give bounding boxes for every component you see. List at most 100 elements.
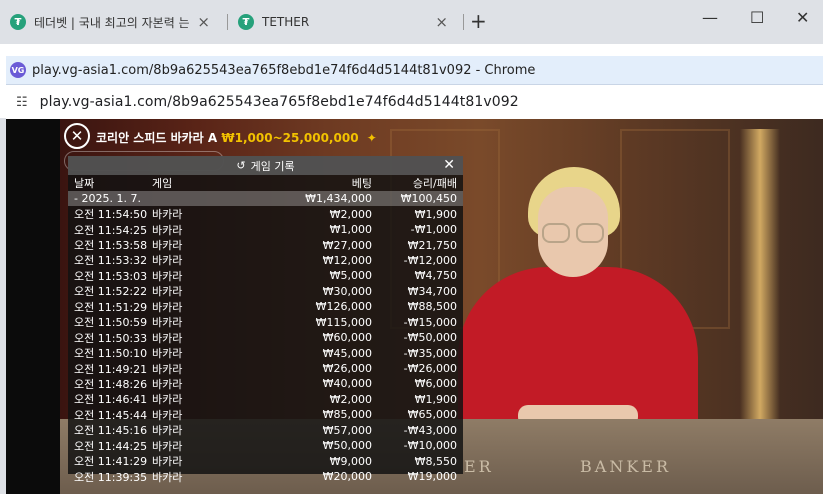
row-game: 바카라: [152, 424, 183, 438]
row-time: 오전 11:52:22: [74, 285, 148, 299]
row-game: 바카라: [152, 316, 183, 330]
tab-tetherbet[interactable]: ₮ 테더벳 | 국내 최고의 자본력 는 ×: [0, 6, 220, 38]
tab-separator: [463, 14, 464, 30]
row-time: 오전 11:53:32: [74, 254, 148, 268]
row-time: 오전 11:41:29: [74, 455, 148, 469]
table-row[interactable]: 오전 11:54:25 바카라 ₩1,000 -₩1,000: [68, 222, 463, 237]
row-win: -₩50,000: [403, 331, 457, 345]
table-row[interactable]: 오전 11:50:59 바카라 ₩115,000 -₩15,000: [68, 315, 463, 330]
row-bet: ₩2,000: [329, 207, 372, 221]
col-win: 승리/패배: [412, 177, 457, 190]
popup-url[interactable]: play.vg-asia1.com/8b9a625543ea765f8ebd1e…: [40, 94, 519, 110]
row-game: 바카라: [152, 254, 183, 268]
tab-tether[interactable]: ₮ TETHER ×: [228, 6, 458, 38]
row-time: 오전 11:54:25: [74, 223, 148, 237]
row-bet: ₩9,000: [329, 454, 372, 468]
row-win: ₩1,900: [414, 392, 457, 406]
table-row[interactable]: 오전 11:46:41 바카라 ₩2,000 ₩1,900: [68, 392, 463, 407]
table-row[interactable]: 오전 11:41:29 바카라 ₩9,000 ₩8,550: [68, 453, 463, 469]
row-win: -₩26,000: [403, 362, 457, 376]
history-columns: 날짜 게임 베팅 승리/패배: [68, 175, 463, 191]
row-win: ₩6,000: [414, 377, 457, 391]
window-close-icon[interactable]: ✕: [796, 8, 809, 27]
date-group-row[interactable]: - 2025. 1. 7. ₩1,434,000 ₩100,450: [68, 191, 463, 207]
table-row[interactable]: 오전 11:49:21 바카라 ₩26,000 -₩26,000: [68, 361, 463, 376]
row-win: ₩4,750: [414, 269, 457, 283]
table-row[interactable]: 오전 11:44:25 바카라 ₩50,000 -₩10,000: [68, 438, 463, 453]
row-bet: ₩1,000: [329, 223, 372, 237]
table-row[interactable]: 오전 11:39:35 바카라 ₩20,000 ₩19,000: [68, 469, 463, 484]
minimize-icon[interactable]: —: [702, 8, 718, 27]
popup-address-bar[interactable]: ☷ play.vg-asia1.com/8b9a625543ea765f8ebd…: [6, 85, 823, 119]
vg-favicon-icon: VG: [10, 62, 26, 78]
history-header: ↺ 게임 기록 ✕: [68, 156, 463, 175]
table-row[interactable]: 오전 11:50:33 바카라 ₩60,000 -₩50,000: [68, 330, 463, 345]
history-close-icon[interactable]: ✕: [443, 156, 455, 175]
row-game: 바카라: [152, 362, 183, 376]
row-time: 오전 11:53:58: [74, 239, 148, 253]
row-time: 오전 11:39:35: [74, 470, 148, 484]
table-row[interactable]: 오전 11:53:03 바카라 ₩5,000 ₩4,750: [68, 268, 463, 283]
tether-favicon-icon: ₮: [238, 14, 254, 30]
row-game: 바카라: [152, 223, 183, 237]
row-time: 오전 11:50:59: [74, 316, 148, 330]
lamp-light: [740, 129, 780, 459]
glasses-right: [576, 223, 604, 243]
row-time: 오전 11:45:16: [74, 424, 148, 438]
row-game: 바카라: [152, 239, 183, 253]
row-bet: ₩5,000: [329, 269, 372, 283]
table-row[interactable]: 오전 11:52:22 바카라 ₩30,000 ₩34,700: [68, 284, 463, 299]
row-time: 오전 11:50:33: [74, 331, 148, 345]
table-row[interactable]: 오전 11:45:16 바카라 ₩57,000 -₩43,000: [68, 423, 463, 438]
table-row[interactable]: 오전 11:53:58 바카라 ₩27,000 ₩21,750: [68, 237, 463, 253]
tab-close-icon[interactable]: ×: [197, 13, 210, 31]
row-bet: ₩50,000: [322, 439, 372, 453]
tab-close-icon[interactable]: ×: [435, 13, 448, 31]
group-date: - 2025. 1. 7.: [74, 192, 141, 206]
table-row[interactable]: 오전 11:51:29 바카라 ₩126,000 ₩88,500: [68, 299, 463, 314]
maximize-icon[interactable]: ☐: [750, 8, 764, 27]
popup-title-bar: VG play.vg-asia1.com/8b9a625543ea765f8eb…: [6, 56, 823, 85]
row-win: ₩19,000: [407, 470, 457, 484]
row-game: 바카라: [152, 393, 183, 407]
row-bet: ₩30,000: [322, 284, 372, 298]
row-bet: ₩57,000: [322, 423, 372, 437]
table-row[interactable]: 오전 11:48:26 바카라 ₩40,000 ₩6,000: [68, 376, 463, 391]
new-tab-icon[interactable]: +: [470, 9, 487, 33]
row-game: 바카라: [152, 208, 183, 222]
row-time: 오전 11:51:29: [74, 300, 148, 314]
history-rows: 오전 11:54:50 바카라 ₩2,000 ₩1,900 오전 11:54:25 바카라…: [68, 206, 463, 484]
row-bet: ₩40,000: [322, 377, 372, 391]
game-title: 코리안 스피드 바카라 A ₩1,000~25,000,000 ✦: [96, 129, 377, 146]
site-settings-icon[interactable]: ☷: [16, 95, 28, 110]
row-win: ₩8,550: [414, 454, 457, 468]
row-win: ₩21,750: [407, 238, 457, 252]
row-bet: ₩45,000: [322, 346, 372, 360]
close-icon: ✕: [70, 127, 84, 145]
group-win: ₩100,450: [400, 192, 457, 206]
history-clock-icon: ↺: [236, 159, 246, 172]
star-icon[interactable]: ✦: [367, 131, 377, 145]
history-title: 게임 기록: [250, 159, 295, 173]
bet-limit: ₩1,000~25,000,000: [221, 131, 359, 145]
row-bet: ₩26,000: [322, 362, 372, 376]
row-game: 바카라: [152, 439, 183, 453]
row-bet: ₩126,000: [315, 300, 372, 314]
row-win: ₩34,700: [407, 284, 457, 298]
table-label-banker: BANKER: [580, 457, 671, 476]
row-game: 바카라: [152, 347, 183, 361]
row-game: 바카라: [152, 285, 183, 299]
row-win: ₩65,000: [407, 408, 457, 422]
table-row[interactable]: 오전 11:54:50 바카라 ₩2,000 ₩1,900: [68, 206, 463, 222]
game-name: 코리안 스피드 바카라 A: [96, 131, 218, 145]
row-bet: ₩27,000: [322, 238, 372, 252]
game-close-button[interactable]: ✕: [64, 123, 90, 149]
glasses-left: [542, 223, 570, 243]
table-row[interactable]: 오전 11:45:44 바카라 ₩85,000 ₩65,000: [68, 407, 463, 422]
table-row[interactable]: 오전 11:50:10 바카라 ₩45,000 -₩35,000: [68, 345, 463, 361]
row-time: 오전 11:53:03: [74, 269, 148, 283]
row-win: -₩43,000: [403, 423, 457, 437]
table-row[interactable]: 오전 11:53:32 바카라 ₩12,000 -₩12,000: [68, 253, 463, 268]
col-date: 날짜: [74, 177, 95, 190]
row-time: 오전 11:45:44: [74, 408, 148, 422]
